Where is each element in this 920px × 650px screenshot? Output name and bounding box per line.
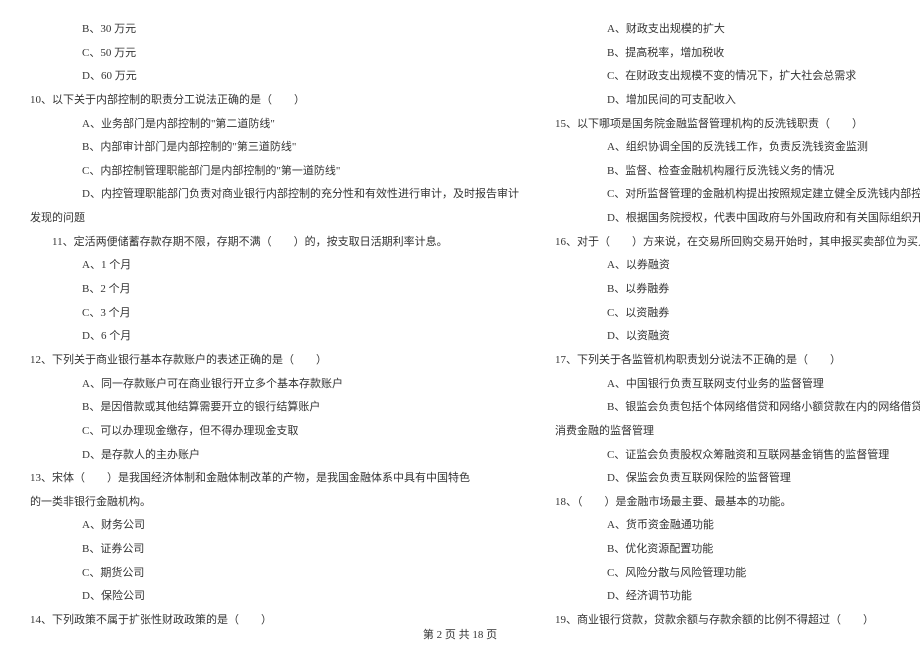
question-18: 18、（ ）是金融市场最主要、最基本的功能。 <box>555 491 920 515</box>
option: D、增加民间的可支配收入 <box>555 89 920 113</box>
option: D、60 万元 <box>30 65 519 89</box>
option: C、可以办理现金缴存，但不得办理现金支取 <box>30 420 519 444</box>
question-16: 16、对于（ ）方来说，在交易所回购交易开始时，其申报买卖部位为买入。 <box>555 231 920 255</box>
option: C、证监会负责股权众筹融资和互联网基金销售的监督管理 <box>555 444 920 468</box>
option: A、同一存款账户可在商业银行开立多个基本存款账户 <box>30 373 519 397</box>
option: B、以券融券 <box>555 278 920 302</box>
option: A、1 个月 <box>30 254 519 278</box>
option: B、提高税率，增加税收 <box>555 42 920 66</box>
option: C、对所监督管理的金融机构提出按照规定建立健全反洗钱内部控制制度的要求 <box>555 183 920 207</box>
option: C、以资融券 <box>555 302 920 326</box>
question-13: 13、宋体（ ）是我国经济体制和金融体制改革的产物，是我国金融体系中具有中国特色 <box>30 467 519 491</box>
option: B、2 个月 <box>30 278 519 302</box>
question-17-cont: 消费金融的监督管理 <box>555 420 920 444</box>
option: B、监督、检查金融机构履行反洗钱义务的情况 <box>555 160 920 184</box>
option: A、财务公司 <box>30 514 519 538</box>
question-10-cont: 发现的问题 <box>30 207 519 231</box>
option: C、风险分散与风险管理功能 <box>555 562 920 586</box>
option: A、组织协调全国的反洗钱工作，负责反洗钱资金监测 <box>555 136 920 160</box>
question-17: 17、下列关于各监管机构职责划分说法不正确的是（ ） <box>555 349 920 373</box>
option: B、证券公司 <box>30 538 519 562</box>
option: D、以资融资 <box>555 325 920 349</box>
option: C、内部控制管理职能部门是内部控制的"第一道防线" <box>30 160 519 184</box>
option: A、以券融资 <box>555 254 920 278</box>
question-15: 15、以下哪项是国务院金融监督管理机构的反洗钱职责（ ） <box>555 113 920 137</box>
question-11: 11、定活两便储蓄存款存期不限，存期不满（ ）的，按支取日活期利率计息。 <box>30 231 519 255</box>
option: B、优化资源配置功能 <box>555 538 920 562</box>
option: B、30 万元 <box>30 18 519 42</box>
option: B、银监会负责包括个体网络借贷和网络小额贷款在内的网络借贷以及互联网信托和互联网 <box>555 396 920 420</box>
right-column: A、财政支出规模的扩大 B、提高税率，增加税收 C、在财政支出规模不变的情况下，… <box>555 18 920 608</box>
page-footer: 第 2 页 共 18 页 <box>0 626 920 642</box>
option: D、根据国务院授权，代表中国政府与外国政府和有关国际组织开展反洗钱合作 <box>555 207 920 231</box>
option: D、经济调节功能 <box>555 585 920 609</box>
question-12: 12、下列关于商业银行基本存款账户的表述正确的是（ ） <box>30 349 519 373</box>
option: B、内部审计部门是内部控制的"第三道防线" <box>30 136 519 160</box>
option: A、货币资金融通功能 <box>555 514 920 538</box>
option: D、保监会负责互联网保险的监督管理 <box>555 467 920 491</box>
two-column-layout: B、30 万元 C、50 万元 D、60 万元 10、以下关于内部控制的职责分工… <box>30 18 890 608</box>
option: A、中国银行负责互联网支付业务的监督管理 <box>555 373 920 397</box>
option: C、期货公司 <box>30 562 519 586</box>
option: C、3 个月 <box>30 302 519 326</box>
option: C、在财政支出规模不变的情况下，扩大社会总需求 <box>555 65 920 89</box>
option: B、是因借款或其他结算需要开立的银行结算账户 <box>30 396 519 420</box>
option: D、保险公司 <box>30 585 519 609</box>
option: A、财政支出规模的扩大 <box>555 18 920 42</box>
option: C、50 万元 <box>30 42 519 66</box>
option: D、是存款人的主办账户 <box>30 444 519 468</box>
option: D、内控管理职能部门负责对商业银行内部控制的充分性和有效性进行审计，及时报告审计 <box>30 183 519 207</box>
left-column: B、30 万元 C、50 万元 D、60 万元 10、以下关于内部控制的职责分工… <box>30 18 519 608</box>
question-10: 10、以下关于内部控制的职责分工说法正确的是（ ） <box>30 89 519 113</box>
question-13-cont: 的一类非银行金融机构。 <box>30 491 519 515</box>
option: A、业务部门是内部控制的"第二道防线" <box>30 113 519 137</box>
option: D、6 个月 <box>30 325 519 349</box>
